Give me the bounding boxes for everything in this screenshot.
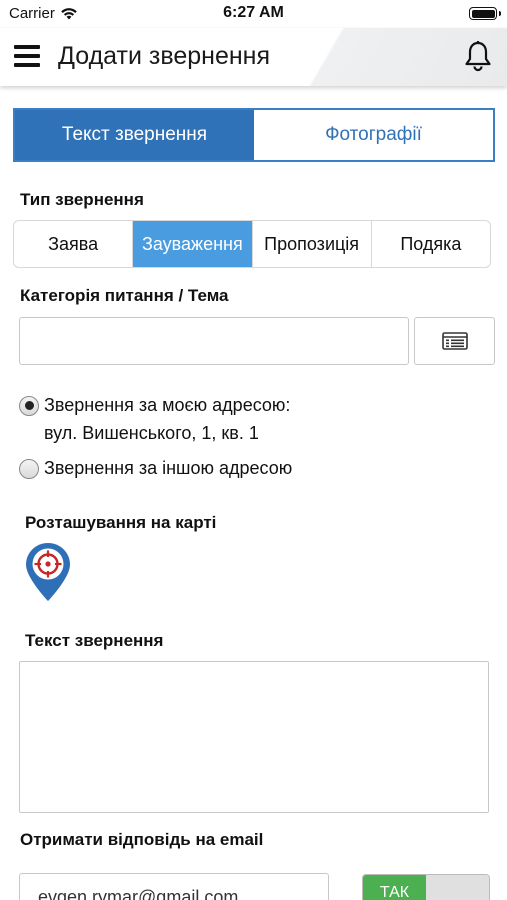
battery-icon [469, 7, 501, 20]
page-title: Додати звернення [58, 42, 270, 70]
email-input[interactable] [19, 873, 329, 900]
radio-other-address-label: Звернення за іншою адресою [44, 458, 293, 478]
status-time: 6:27 AM [223, 4, 284, 21]
appeal-type-proposal[interactable]: Пропозиція [253, 221, 372, 267]
radio-my-address-label: Звернення за моєю адресою: [44, 395, 291, 415]
radio-my-address[interactable]: Звернення за моєю адресою: [19, 395, 290, 416]
email-reply-toggle[interactable]: ТАК [362, 874, 490, 900]
my-address-text: вул. Вишенського, 1, кв. 1 [44, 423, 259, 443]
toggle-on-label: ТАК [363, 875, 426, 900]
status-bar: Carrier 6:27 AM [0, 0, 507, 28]
appeal-type-selector: Заява Зауваження Пропозиція Подяка [13, 220, 491, 268]
tab-appeal-text[interactable]: Текст звернення [15, 110, 254, 160]
category-input[interactable] [19, 317, 409, 365]
appeal-type-label: Тип звернення [20, 190, 144, 209]
list-icon [441, 332, 468, 350]
appeal-type-gratitude[interactable]: Подяка [372, 221, 490, 267]
email-label: Отримати відповідь на email [20, 830, 264, 849]
bell-icon[interactable] [463, 40, 493, 72]
map-location-label: Розташування на карті [25, 513, 217, 532]
radio-button-selected[interactable] [19, 395, 39, 416]
category-label: Категорія питання / Тема [20, 286, 229, 305]
appeal-type-statement[interactable]: Заява [14, 221, 134, 267]
toggle-off-area [426, 875, 489, 900]
content-tabs: Текст звернення Фотографії [13, 108, 495, 162]
tab-photos[interactable]: Фотографії [254, 110, 493, 160]
radio-other-address[interactable]: Звернення за іншою адресою [19, 458, 292, 479]
category-picker-button[interactable] [414, 317, 495, 365]
hamburger-menu-icon[interactable] [14, 45, 40, 67]
map-pin-icon[interactable] [24, 541, 72, 603]
radio-button-unselected[interactable] [19, 458, 39, 479]
nav-bar: Додати звернення [0, 28, 507, 86]
appeal-text-label: Текст звернення [25, 631, 164, 650]
appeal-text-area[interactable] [19, 661, 489, 813]
appeal-type-remark[interactable]: Зауваження [133, 221, 253, 267]
